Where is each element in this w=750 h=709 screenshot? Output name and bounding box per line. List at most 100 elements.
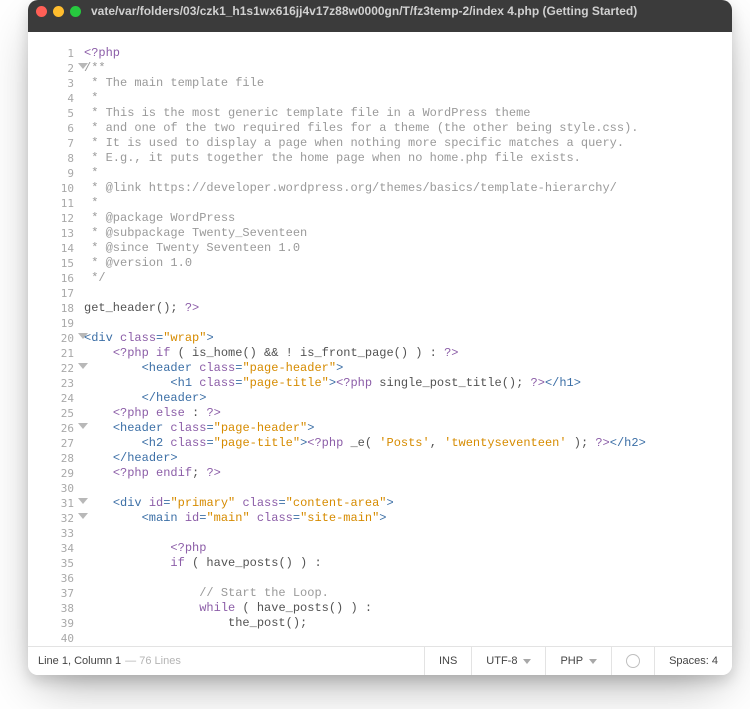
code-line[interactable]: /** [84, 61, 732, 76]
line-number: 20 [28, 331, 84, 346]
code-line[interactable]: * It is used to display a page when noth… [84, 136, 732, 151]
cursor-text: Line 1, Column 1 [38, 655, 121, 667]
language-selector[interactable]: PHP [545, 647, 611, 675]
line-number: 1 [28, 46, 84, 61]
window-title: vate/var/folders/03/czk1_h1s1wx616jj4v17… [91, 4, 724, 18]
code-line[interactable]: * @subpackage Twenty_Seventeen [84, 226, 732, 241]
code-line[interactable]: * [84, 91, 732, 106]
code-line[interactable]: * [84, 166, 732, 181]
line-number: 2 [28, 61, 84, 76]
line-number: 17 [28, 286, 84, 301]
code-line[interactable]: * @link https://developer.wordpress.org/… [84, 181, 732, 196]
line-number: 33 [28, 526, 84, 541]
line-number: 39 [28, 616, 84, 631]
code-line[interactable]: * @version 1.0 [84, 256, 732, 271]
code-line[interactable]: </header> [84, 451, 732, 466]
code-line[interactable]: // Start the Loop. [84, 586, 732, 601]
line-number: 13 [28, 226, 84, 241]
code-line[interactable]: <div class="wrap"> [84, 331, 732, 346]
close-icon[interactable] [36, 6, 47, 17]
code-line[interactable]: <header class="page-header"> [84, 361, 732, 376]
code-line[interactable] [84, 526, 732, 541]
line-number: 18 [28, 301, 84, 316]
line-number: 40 [28, 631, 84, 646]
code-line[interactable]: * [84, 196, 732, 211]
line-number: 19 [28, 316, 84, 331]
insert-mode[interactable]: INS [424, 647, 471, 675]
line-number: 36 [28, 571, 84, 586]
code-line[interactable]: * and one of the two required files for … [84, 121, 732, 136]
code-line[interactable]: * @since Twenty Seventeen 1.0 [84, 241, 732, 256]
line-number: 12 [28, 211, 84, 226]
encoding-selector[interactable]: UTF-8 [471, 647, 545, 675]
line-number: 8 [28, 151, 84, 166]
line-number: 37 [28, 586, 84, 601]
line-number: 25 [28, 406, 84, 421]
code-line[interactable]: <header class="page-header"> [84, 421, 732, 436]
line-number: 16 [28, 271, 84, 286]
code-line[interactable]: the_post(); [84, 616, 732, 631]
line-number: 3 [28, 76, 84, 91]
code-line[interactable]: </header> [84, 391, 732, 406]
path-bar [28, 22, 732, 32]
line-number-gutter: 1234567891011121314151617181920212223242… [28, 32, 84, 646]
code-line[interactable] [84, 316, 732, 331]
code-line[interactable] [84, 631, 732, 646]
maximize-icon[interactable] [70, 6, 81, 17]
code-line[interactable]: * @package WordPress [84, 211, 732, 226]
code-line[interactable]: */ [84, 271, 732, 286]
line-number: 7 [28, 136, 84, 151]
code-line[interactable] [84, 571, 732, 586]
line-number: 35 [28, 556, 84, 571]
code-line[interactable]: <main id="main" class="site-main"> [84, 511, 732, 526]
linting-indicator[interactable] [611, 647, 654, 675]
editor-window: vate/var/folders/03/czk1_h1s1wx616jj4v17… [28, 0, 732, 675]
line-number: 24 [28, 391, 84, 406]
line-number: 34 [28, 541, 84, 556]
circle-icon [626, 654, 640, 668]
code-area[interactable]: <?php/** * The main template file * * Th… [84, 32, 732, 646]
status-bar: Line 1, Column 1 — 76 Lines INS UTF-8 PH… [28, 646, 732, 675]
code-line[interactable]: * The main template file [84, 76, 732, 91]
code-line[interactable]: * E.g., it puts together the home page w… [84, 151, 732, 166]
line-number: 38 [28, 601, 84, 616]
chevron-down-icon [523, 659, 531, 664]
cursor-position: Line 1, Column 1 — 76 Lines [28, 647, 424, 675]
code-line[interactable]: if ( have_posts() ) : [84, 556, 732, 571]
minimize-icon[interactable] [53, 6, 64, 17]
line-number: 21 [28, 346, 84, 361]
code-line[interactable]: <h2 class="page-title"><?php _e( 'Posts'… [84, 436, 732, 451]
code-editor[interactable]: 1234567891011121314151617181920212223242… [28, 32, 732, 646]
line-count: — 76 Lines [125, 655, 181, 667]
code-line[interactable]: <?php else : ?> [84, 406, 732, 421]
line-number: 10 [28, 181, 84, 196]
line-number: 30 [28, 481, 84, 496]
line-number: 9 [28, 166, 84, 181]
code-line[interactable]: <div id="primary" class="content-area"> [84, 496, 732, 511]
window-controls [36, 6, 81, 17]
line-number: 26 [28, 421, 84, 436]
line-number: 4 [28, 91, 84, 106]
line-number: 11 [28, 196, 84, 211]
code-line[interactable]: get_header(); ?> [84, 301, 732, 316]
line-number: 6 [28, 121, 84, 136]
line-number: 32 [28, 511, 84, 526]
line-number: 5 [28, 106, 84, 121]
code-line[interactable]: <h1 class="page-title"><?php single_post… [84, 376, 732, 391]
code-line[interactable]: while ( have_posts() ) : [84, 601, 732, 616]
line-number: 14 [28, 241, 84, 256]
titlebar: vate/var/folders/03/czk1_h1s1wx616jj4v17… [28, 0, 732, 22]
code-line[interactable] [84, 286, 732, 301]
code-line[interactable]: * This is the most generic template file… [84, 106, 732, 121]
line-number: 28 [28, 451, 84, 466]
indent-selector[interactable]: Spaces: 4 [654, 647, 732, 675]
code-line[interactable] [84, 481, 732, 496]
line-number: 23 [28, 376, 84, 391]
code-line[interactable]: <?php if ( is_home() && ! is_front_page(… [84, 346, 732, 361]
line-number: 22 [28, 361, 84, 376]
chevron-down-icon [589, 659, 597, 664]
code-line[interactable]: <?php endif; ?> [84, 466, 732, 481]
code-line[interactable]: <?php [84, 541, 732, 556]
line-number: 27 [28, 436, 84, 451]
code-line[interactable]: <?php [84, 46, 732, 61]
